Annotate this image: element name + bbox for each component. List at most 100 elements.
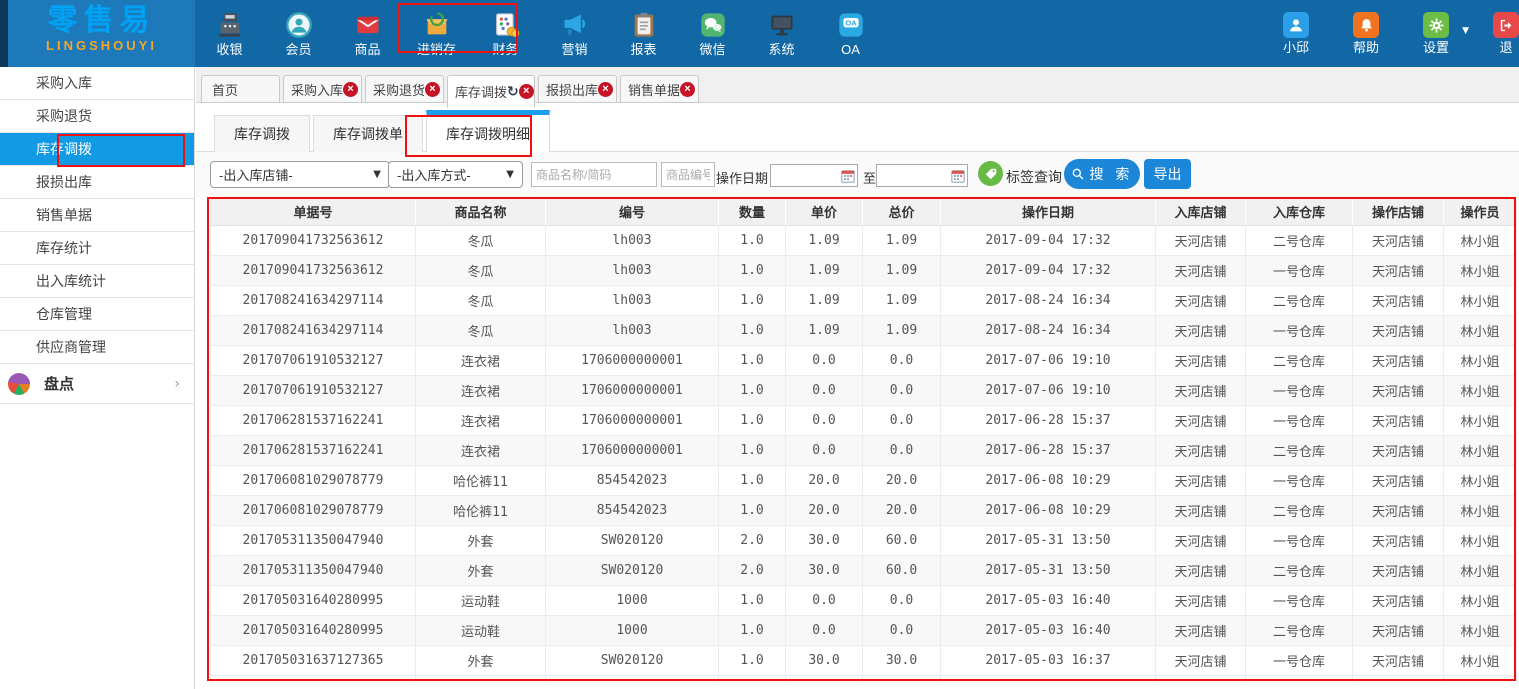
table-row[interactable]: 201706281537162241 连衣裙 1706000000001 1.0… xyxy=(211,435,1517,465)
col-header-op-date[interactable]: 操作日期 xyxy=(941,199,1156,225)
search-button[interactable]: 搜 索 xyxy=(1064,159,1140,189)
cell-code: lh003 xyxy=(546,225,719,255)
product-name-input[interactable] xyxy=(531,162,657,187)
close-icon[interactable]: × xyxy=(425,82,440,97)
table-row[interactable]: 201709041732563612 冬瓜 lh003 1.0 1.09 1.0… xyxy=(211,255,1517,285)
tab-strip: 首页 采购入库 × 采购退货 × 库存调拨 ↻ × 报损出库 × 销售单据 × xyxy=(196,67,1519,103)
tab-stock-transfer[interactable]: 库存调拨 ↻ × xyxy=(447,75,535,108)
nav-item-help[interactable]: 帮助 xyxy=(1331,0,1401,67)
table-row[interactable]: 201705031637127365 外套 SW020120 1.0 30.0 … xyxy=(211,645,1517,675)
col-header-op-store[interactable]: 操作店铺 xyxy=(1353,199,1444,225)
nav-item-oa[interactable]: OA OA xyxy=(816,0,885,67)
sidebar-item-purchase-inbound[interactable]: 采购入库 xyxy=(0,67,194,100)
close-icon[interactable]: × xyxy=(598,82,613,97)
subtab-transfer-orders[interactable]: 库存调拨单 xyxy=(313,115,423,152)
table-row[interactable]: 201707061910532127 连衣裙 1706000000001 1.0… xyxy=(211,375,1517,405)
tab-purchase-inbound[interactable]: 采购入库 × xyxy=(283,75,362,103)
nav-item-product[interactable]: 商品 xyxy=(333,0,402,67)
cell-unit-price: 0.0 xyxy=(786,375,863,405)
nav-item-wechat[interactable]: 微信 xyxy=(678,0,747,67)
col-header-in-store[interactable]: 入库店铺 xyxy=(1156,199,1246,225)
col-header-in-warehouse[interactable]: 入库仓库 xyxy=(1246,199,1353,225)
table-row[interactable]: 201706281537162241 连衣裙 1706000000001 1.0… xyxy=(211,405,1517,435)
table-row[interactable]: 201707061910532127 连衣裙 1706000000001 1.0… xyxy=(211,345,1517,375)
col-header-product-name[interactable]: 商品名称 xyxy=(416,199,546,225)
cell-op-date: 2017-09-04 17:32 xyxy=(941,255,1156,285)
cell-product-name: 冬瓜 xyxy=(416,315,546,345)
sidebar-group-stocktake[interactable]: 盘点 › xyxy=(0,364,194,404)
close-icon[interactable]: × xyxy=(680,82,695,97)
sidebar-item-stock-transfer[interactable]: 库存调拨 xyxy=(0,133,194,166)
table-row[interactable]: 201705311350047940 外套 SW020120 2.0 30.0 … xyxy=(211,555,1517,585)
sidebar-item-warehouse-mgmt[interactable]: 仓库管理 xyxy=(0,298,194,331)
method-dropdown[interactable]: -出入库方式- ▼ xyxy=(388,161,523,188)
nav-item-report[interactable]: 报表 xyxy=(609,0,678,67)
nav-item-user[interactable]: 小邱 xyxy=(1261,0,1331,67)
cell-operator: 林小姐 xyxy=(1444,465,1517,495)
export-button[interactable]: 导出 xyxy=(1144,159,1191,189)
cell-in-warehouse: 二号仓库 xyxy=(1246,345,1353,375)
chevron-down-icon[interactable]: ▼ xyxy=(1462,26,1469,36)
table-row[interactable]: 201705031640280995 运动鞋 1000 1.0 0.0 0.0 … xyxy=(211,585,1517,615)
sidebar-item-stock-stats[interactable]: 库存统计 xyxy=(0,232,194,265)
cell-product-name: 冬瓜 xyxy=(416,285,546,315)
table-row[interactable]: 201705311350047940 外套 SW020120 2.0 30.0 … xyxy=(211,525,1517,555)
close-icon[interactable]: × xyxy=(519,84,534,99)
product-code-input[interactable] xyxy=(661,162,715,187)
nav-item-inventory[interactable]: 进销存 xyxy=(402,0,471,67)
sidebar-item-purchase-return[interactable]: 采购退货 xyxy=(0,100,194,133)
cell-in-store: 天河店铺 xyxy=(1156,495,1246,525)
sidebar-item-damage-outbound[interactable]: 报损出库 xyxy=(0,166,194,199)
table-row[interactable]: 201706081029078779 哈伦裤11 854542023 1.0 2… xyxy=(211,465,1517,495)
date-label: 操作日期 xyxy=(716,168,768,187)
table-row[interactable]: 201705031640280995 运动鞋 1000 1.0 0.0 0.0 … xyxy=(211,615,1517,645)
table-row[interactable]: 201708241634297114 冬瓜 lh003 1.0 1.09 1.0… xyxy=(211,315,1517,345)
date-from-input[interactable] xyxy=(770,164,858,187)
subtab-transfer-detail[interactable]: 库存调拨明细 xyxy=(426,110,550,152)
tab-home[interactable]: 首页 xyxy=(201,75,280,103)
table-row[interactable]: 201708241634297114 冬瓜 lh003 1.0 1.09 1.0… xyxy=(211,285,1517,315)
tab-damage-outbound[interactable]: 报损出库 × xyxy=(538,75,617,103)
tag-query-button[interactable] xyxy=(978,161,1003,186)
pie-chart-icon xyxy=(8,373,30,395)
cell-in-warehouse: 一号仓库 xyxy=(1246,315,1353,345)
cell-code: 1000 xyxy=(546,615,719,645)
tab-label: 库存调拨 xyxy=(455,82,507,101)
nav-item-finance[interactable]: 财务 xyxy=(471,0,540,67)
table-row[interactable] xyxy=(211,675,1517,683)
tab-purchase-return[interactable]: 采购退货 × xyxy=(365,75,444,103)
subtab-stock-transfer[interactable]: 库存调拨 xyxy=(214,115,310,152)
nav-item-marketing[interactable]: 营销 xyxy=(540,0,609,67)
cell-code: 1706000000001 xyxy=(546,405,719,435)
nav-item-settings[interactable]: ▼ 设置 xyxy=(1401,0,1471,67)
nav-item-cashier[interactable]: 收银 xyxy=(195,0,264,67)
chevron-down-icon: ▼ xyxy=(373,169,381,180)
col-header-unit-price[interactable]: 单价 xyxy=(786,199,863,225)
col-header-qty[interactable]: 数量 xyxy=(719,199,786,225)
sidebar-item-sales-orders[interactable]: 销售单据 xyxy=(0,199,194,232)
date-to-input[interactable] xyxy=(876,164,968,187)
col-header-operator[interactable]: 操作员 xyxy=(1444,199,1517,225)
table-row[interactable]: 201709041732563612 冬瓜 lh003 1.0 1.09 1.0… xyxy=(211,225,1517,255)
close-icon[interactable]: × xyxy=(343,82,358,97)
nav-item-logout[interactable]: 退 xyxy=(1471,0,1519,67)
tag-query-label[interactable]: 标签查询 xyxy=(1006,167,1062,187)
svg-text:OA: OA xyxy=(845,18,857,27)
store-dropdown[interactable]: -出入库店铺- ▼ xyxy=(210,161,390,188)
settings-gear-icon xyxy=(1423,12,1449,38)
nav-item-system[interactable]: 系统 xyxy=(747,0,816,67)
tab-sales-orders[interactable]: 销售单据 × xyxy=(620,75,699,103)
cell-unit-price: 0.0 xyxy=(786,615,863,645)
table-row[interactable]: 201706081029078779 哈伦裤11 854542023 1.0 2… xyxy=(211,495,1517,525)
cell-operator: 林小姐 xyxy=(1444,435,1517,465)
sidebar-item-supplier-mgmt[interactable]: 供应商管理 xyxy=(0,331,194,364)
member-icon xyxy=(284,10,314,40)
logout-icon xyxy=(1493,12,1519,38)
col-header-order-no[interactable]: 单据号 xyxy=(211,199,416,225)
col-header-total-price[interactable]: 总价 xyxy=(863,199,941,225)
nav-item-member[interactable]: 会员 xyxy=(264,0,333,67)
refresh-icon[interactable]: ↻ xyxy=(507,84,519,100)
sidebar-item-inout-stats[interactable]: 出入库统计 xyxy=(0,265,194,298)
col-header-code[interactable]: 编号 xyxy=(546,199,719,225)
method-dropdown-value: -出入库方式- xyxy=(397,165,471,184)
